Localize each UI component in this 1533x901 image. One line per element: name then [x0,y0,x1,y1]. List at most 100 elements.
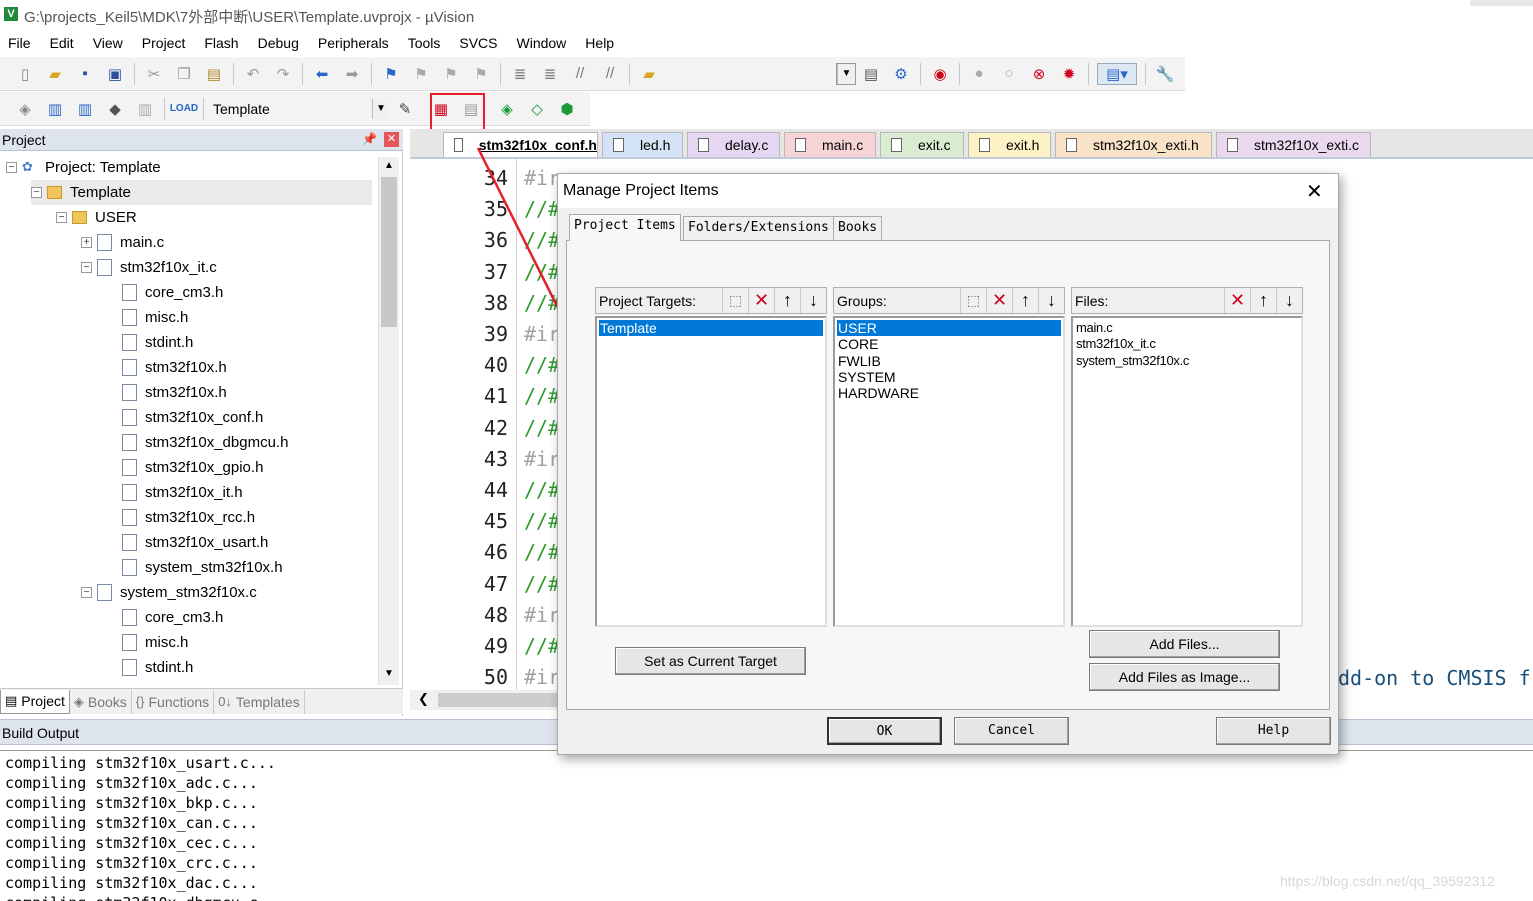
editor-tab[interactable]: led.h [602,132,683,157]
menu-tools[interactable]: Tools [408,35,441,51]
set-current-target-button[interactable]: Set as Current Target [615,647,806,675]
list-item[interactable]: FWLIB [837,353,1061,369]
list-item[interactable]: USER [837,320,1061,336]
tree-item[interactable]: stm32f10x_it.h [106,480,372,505]
help-button[interactable]: Help [1216,717,1331,745]
translate-icon[interactable]: ◈ [14,98,36,120]
add-files-as-image-button[interactable]: Add Files as Image... [1089,663,1280,691]
list-item[interactable]: stm32f10x_it.c [1075,336,1299,352]
tree-item[interactable]: misc.h [106,630,372,655]
groups-list[interactable]: USER CORE FWLIB SYSTEM HARDWARE [833,316,1065,627]
tab-books[interactable]: Books [833,216,883,240]
download-load-icon[interactable]: LOAD [170,98,198,120]
rebuild-icon[interactable]: ▥ [74,98,96,120]
list-item[interactable]: system_stm32f10x.c [1075,353,1299,369]
list-item[interactable]: main.c [1075,320,1299,336]
tree-item[interactable]: stdint.h [106,330,372,355]
collapse-icon[interactable]: − [6,162,17,173]
incremental-find-icon[interactable]: ⚙ [890,63,912,85]
cut-icon[interactable]: ✂ [143,63,165,85]
batch-build-icon[interactable]: ◆ [104,98,126,120]
paste-icon[interactable]: ▤ [203,63,225,85]
list-item[interactable]: Template [599,320,823,336]
tree-item[interactable]: misc.h [106,305,372,330]
open-file-icon[interactable]: ▰ [44,63,66,85]
tree-item[interactable]: system_stm32f10x.h [106,555,372,580]
new-target-icon[interactable]: ⬚ [722,288,748,313]
menu-project[interactable]: Project [142,35,186,51]
prev-bookmark-icon[interactable]: ⚑ [410,63,432,85]
delete-file-icon[interactable]: ✕ [1224,288,1250,313]
pack-installer-icon[interactable]: ◇ [526,98,548,120]
configure-icon[interactable]: 🔧 [1154,63,1176,85]
copy-icon[interactable]: ❐ [173,63,195,85]
menu-flash[interactable]: Flash [204,35,238,51]
redo-icon[interactable]: ↷ [272,63,294,85]
unindent-icon[interactable]: ≣ [539,63,561,85]
kill-breakpoints-icon[interactable]: ✹ [1058,63,1080,85]
bookmark-icon[interactable]: ⚑ [380,63,402,85]
delete-target-icon[interactable]: ✕ [748,288,774,313]
tree-item[interactable]: core_cm3.h [106,605,372,630]
tree-item[interactable]: − ✿ Project: Template [6,155,372,180]
panel-tab[interactable]: {} Functions [132,689,215,714]
new-group-icon[interactable]: ⬚ [960,288,986,313]
list-item[interactable]: HARDWARE [837,385,1061,401]
tree-item[interactable]: stm32f10x.h [106,380,372,405]
tree-item[interactable]: stm32f10x.h [106,355,372,380]
menu-peripherals[interactable]: Peripherals [318,35,389,51]
menu-window[interactable]: Window [517,35,567,51]
disable-breakpoint-icon[interactable]: ○ [998,63,1020,85]
menu-view[interactable]: View [93,35,123,51]
collapse-icon[interactable]: − [31,187,42,198]
move-down-icon[interactable]: ↓ [1276,288,1302,313]
build-icon[interactable]: ▥ [44,98,66,120]
tree-item[interactable]: stm32f10x_conf.h [106,405,372,430]
chevron-down-icon[interactable]: ▼ [372,98,389,119]
tab-project-items[interactable]: Project Items [569,214,681,241]
tree-item[interactable]: − stm32f10x_it.c [81,255,372,280]
panel-tab[interactable]: 0↓ Templates [214,689,305,714]
comment-icon[interactable]: // [569,63,591,85]
menu-file[interactable]: File [8,35,31,51]
tree-item[interactable]: stm32f10x_dbgmcu.h [106,430,372,455]
ok-button[interactable]: OK [827,717,942,745]
collapse-icon[interactable]: − [56,212,67,223]
undo-icon[interactable]: ↶ [242,63,264,85]
tree-scrollbar[interactable]: ▲ ▼ [378,157,399,685]
find-in-files-icon[interactable]: ▰ [638,63,660,85]
editor-tab[interactable]: exit.h [968,132,1051,157]
tree-item[interactable]: stm32f10x_usart.h [106,530,372,555]
window-controls[interactable] [1470,0,1533,6]
scroll-up-icon[interactable]: ▲ [381,157,397,175]
stop-build-icon[interactable]: ▥ [134,98,156,120]
uncomment-icon[interactable]: // [599,63,621,85]
tree-item[interactable]: stm32f10x_rcc.h [106,505,372,530]
editor-tab[interactable]: main.c [784,132,876,157]
pin-icon[interactable]: 📌 [362,132,377,146]
delete-group-icon[interactable]: ✕ [986,288,1012,313]
list-item[interactable]: CORE [837,336,1061,352]
disable-all-breakpoints-icon[interactable]: ⊗ [1028,63,1050,85]
debug-session-icon[interactable]: ◉ [929,63,951,85]
run-time-environment-icon[interactable]: ⬢ [556,98,578,120]
files-list[interactable]: main.c stm32f10x_it.c system_stm32f10x.c [1071,316,1303,627]
close-icon[interactable]: ✕ [1306,179,1323,204]
editor-tab[interactable]: stm32f10x_exti.h [1055,132,1212,157]
tree-item[interactable]: core_cm3.h [106,280,372,305]
new-file-icon[interactable]: ▯ [14,63,36,85]
tree-item[interactable]: stdint.h [106,655,372,680]
panel-tab[interactable]: ▤ Project [0,689,70,714]
next-bookmark-icon[interactable]: ⚑ [440,63,462,85]
save-icon[interactable]: ▪ [74,63,96,85]
targets-list[interactable]: Template [595,316,827,627]
close-icon[interactable]: ✕ [384,132,399,147]
collapse-icon[interactable]: − [81,587,92,598]
move-up-icon[interactable]: ↑ [1012,288,1038,313]
list-item[interactable]: SYSTEM [837,369,1061,385]
tree-item[interactable]: − USER [56,205,372,230]
select-packs-icon[interactable]: ◈ [496,98,518,120]
scroll-thumb[interactable] [381,177,397,327]
clear-bookmarks-icon[interactable]: ⚑ [470,63,492,85]
menu-debug[interactable]: Debug [258,35,299,51]
